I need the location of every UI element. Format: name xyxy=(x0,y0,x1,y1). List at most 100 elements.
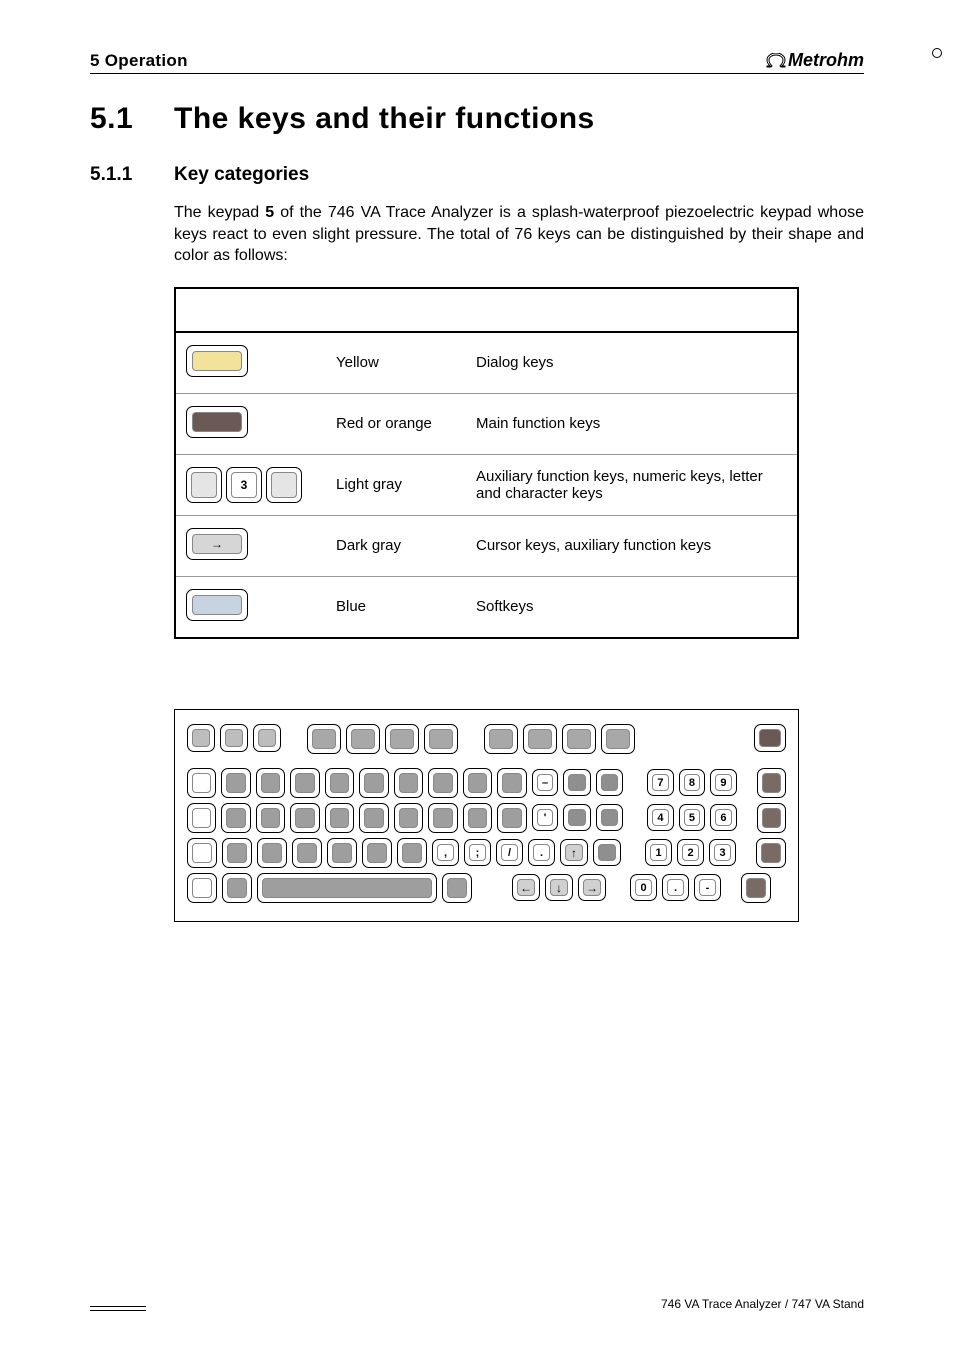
kbd-row-4: ← ↓ → 0 . - xyxy=(187,873,786,903)
arrow-up-key: ↑ xyxy=(560,839,588,866)
kbd-row-3: , ; / . ↑ 1 2 3 xyxy=(187,838,786,868)
num-label: 4 xyxy=(648,805,673,830)
color-cell: Blue xyxy=(326,576,466,638)
num-label: . xyxy=(663,875,688,900)
key-icon-cell xyxy=(175,393,326,454)
dialog-key xyxy=(187,768,216,798)
slash-label: / xyxy=(497,840,522,865)
desc-cell: Main function keys xyxy=(466,393,798,454)
para-b: 5 xyxy=(265,204,274,221)
arrow-left-icon: ← xyxy=(513,875,539,900)
desc-cell: Softkeys xyxy=(466,576,798,638)
keypad-diagram: – 7 8 9 ' 4 5 6 xyxy=(174,709,799,922)
footer-marks xyxy=(90,1306,146,1311)
page-footer: 746 VA Trace Analyzer / 747 VA Stand xyxy=(90,1297,864,1311)
letter-key xyxy=(327,838,357,868)
function-key xyxy=(523,724,557,754)
softkey-group-left xyxy=(187,724,281,752)
num-minus-key: - xyxy=(694,874,721,901)
letter-key xyxy=(397,838,427,868)
arrow-down-icon: ↓ xyxy=(546,875,572,900)
color-cell: Dark gray xyxy=(326,515,466,576)
color-cell: Yellow xyxy=(326,332,466,394)
function-key xyxy=(346,724,380,754)
softkey xyxy=(253,724,281,752)
main-function-key xyxy=(756,838,786,868)
num-5-key: 5 xyxy=(679,804,706,831)
num-label: 8 xyxy=(680,770,705,795)
footer-text: 746 VA Trace Analyzer / 747 VA Stand xyxy=(661,1297,864,1311)
aux-dark-key xyxy=(593,839,621,866)
intro-paragraph: The keypad 5 of the 746 VA Trace Analyze… xyxy=(174,202,864,267)
num-9-key: 9 xyxy=(710,769,737,796)
num-label: 7 xyxy=(648,770,673,795)
arrow-right-icon: → xyxy=(187,529,247,559)
letter-key xyxy=(428,768,457,798)
dialog-key xyxy=(187,803,216,833)
main-func-key-icon xyxy=(186,406,248,438)
num-label: 6 xyxy=(711,805,736,830)
num-label: 9 xyxy=(711,770,736,795)
aux-dark-key xyxy=(596,804,624,831)
num-4-key: 4 xyxy=(647,804,674,831)
omega-icon xyxy=(766,53,786,69)
space-key xyxy=(257,873,437,903)
letter-key xyxy=(290,768,319,798)
key-category-table: Yellow Dialog keys Red or orange Main fu… xyxy=(174,287,799,639)
color-cell: Light gray xyxy=(326,454,466,515)
table-row: Yellow Dialog keys xyxy=(175,332,798,394)
page-header: 5 Operation Metrohm xyxy=(90,50,864,74)
h1-number: 5.1 xyxy=(90,102,174,136)
aux-key-blank-icon xyxy=(266,467,302,503)
letter-key xyxy=(290,803,319,833)
table-row: Blue Softkeys xyxy=(175,576,798,638)
main-function-key xyxy=(741,873,771,903)
aux-dark-key xyxy=(563,804,591,831)
main-function-key xyxy=(757,803,786,833)
apostrophe-key: ' xyxy=(532,804,559,831)
num-2-key: 2 xyxy=(677,839,704,866)
letter-key xyxy=(428,803,457,833)
table-header-row xyxy=(175,288,798,332)
led-indicator-icon xyxy=(932,48,942,58)
letter-key xyxy=(359,768,388,798)
num-label: - xyxy=(695,875,720,900)
softkey xyxy=(220,724,248,752)
arrow-down-key: ↓ xyxy=(545,874,573,901)
num-label: 2 xyxy=(678,840,703,865)
desc-cell: Cursor keys, auxiliary function keys xyxy=(466,515,798,576)
aux-key xyxy=(222,873,252,903)
key-icon-cell: → xyxy=(175,515,326,576)
table-row: 3 Light gray Auxiliary function keys, nu… xyxy=(175,454,798,515)
letter-key xyxy=(256,768,285,798)
desc-cell: Auxiliary function keys, numeric keys, l… xyxy=(466,454,798,515)
softkey xyxy=(187,724,215,752)
aux-key-blank-icon xyxy=(186,467,222,503)
aux-key xyxy=(442,873,472,903)
apos-label: ' xyxy=(533,805,558,830)
num-8-key: 8 xyxy=(679,769,706,796)
comma-key: , xyxy=(432,839,459,866)
num-3-key: 3 xyxy=(709,839,736,866)
letter-key xyxy=(359,803,388,833)
letter-key xyxy=(292,838,322,868)
arrow-left-key: ← xyxy=(512,874,540,901)
aux-dark-key xyxy=(563,769,591,796)
kbd-row-1: – 7 8 9 xyxy=(187,768,786,798)
cursor-key-icon: → xyxy=(186,528,248,560)
heading-2: 5.1.1Key categories xyxy=(90,164,864,186)
comma-label: , xyxy=(433,840,458,865)
letter-key xyxy=(221,768,250,798)
h2-number: 5.1.1 xyxy=(90,164,174,186)
function-key-group-a xyxy=(307,724,458,754)
letter-key xyxy=(394,768,423,798)
header-section: 5 Operation xyxy=(90,51,188,71)
arrow-right-key: → xyxy=(578,874,606,901)
main-function-key xyxy=(757,768,786,798)
function-key xyxy=(484,724,518,754)
table-row: Red or orange Main function keys xyxy=(175,393,798,454)
heading-1: 5.1The keys and their functions xyxy=(90,102,864,136)
dot-label: . xyxy=(529,840,554,865)
function-key xyxy=(562,724,596,754)
dialog-key xyxy=(187,873,217,903)
